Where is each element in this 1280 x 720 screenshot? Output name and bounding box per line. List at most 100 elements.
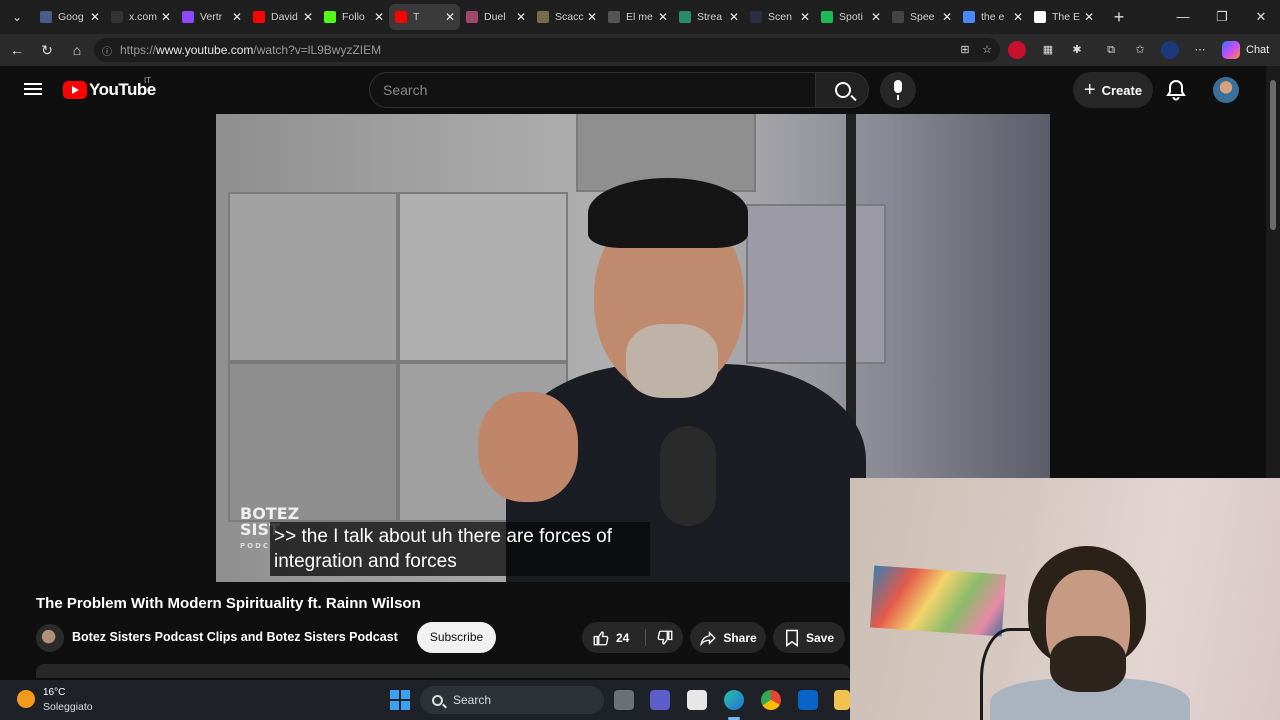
address-bar[interactable]: ⓘ https://www.youtube.com/watch?v=lL9Bwy… xyxy=(94,38,1000,62)
tab-close-icon[interactable]: ✕ xyxy=(160,10,172,24)
tab-favicon-icon xyxy=(466,11,478,23)
chat-label: Chat xyxy=(1246,44,1270,56)
save-button[interactable]: Save xyxy=(773,622,845,653)
scrollbar-thumb[interactable] xyxy=(1270,80,1276,230)
weather-temperature[interactable]: 16°C xyxy=(43,687,65,698)
teams-icon[interactable] xyxy=(650,690,670,710)
subscribe-button[interactable]: Subscribe xyxy=(417,622,496,653)
sun-weather-icon[interactable] xyxy=(17,690,35,708)
description-box[interactable] xyxy=(36,664,850,678)
browser-tab[interactable]: x.com ✕ xyxy=(105,4,176,30)
search-input[interactable] xyxy=(383,82,783,98)
tab-close-icon[interactable]: ✕ xyxy=(870,10,882,24)
outlook-icon[interactable] xyxy=(798,690,818,710)
tab-favicon-icon xyxy=(40,11,52,23)
extensions-puzzle-icon[interactable]: ✱ xyxy=(1068,41,1086,59)
tab-close-icon[interactable]: ✕ xyxy=(302,10,314,24)
browser-tab[interactable]: Vertr ✕ xyxy=(176,4,247,30)
tab-close-icon[interactable]: ✕ xyxy=(941,10,953,24)
video-title: The Problem With Modern Spirituality ft.… xyxy=(36,595,421,612)
favorites-icon[interactable]: ✩ xyxy=(1131,41,1149,59)
browser-tab[interactable]: Goog ✕ xyxy=(34,4,105,30)
tab-close-icon[interactable]: ✕ xyxy=(373,10,385,24)
url-text[interactable]: https://www.youtube.com/watch?v=lL9BwyzZ… xyxy=(120,43,381,57)
back-button[interactable]: ← xyxy=(5,39,29,61)
tab-favicon-icon xyxy=(253,11,265,23)
create-button[interactable]: + Create xyxy=(1073,72,1153,108)
extension-calendar-icon[interactable]: ▦ xyxy=(1039,41,1057,59)
site-info-icon[interactable]: ⓘ xyxy=(102,43,114,58)
windows-start-button[interactable] xyxy=(390,690,410,710)
account-avatar[interactable] xyxy=(1213,77,1239,103)
save-label: Save xyxy=(805,630,835,645)
browser-tab[interactable]: the e ✕ xyxy=(957,4,1028,30)
tab-close-icon[interactable]: ✕ xyxy=(657,10,669,24)
browser-tab[interactable]: David ✕ xyxy=(247,4,318,30)
browser-tab[interactable]: Follo ✕ xyxy=(318,4,389,30)
tab-close-icon[interactable]: ✕ xyxy=(799,10,811,24)
restore-button[interactable]: ❐ xyxy=(1207,6,1237,28)
channel-name[interactable]: Botez Sisters Podcast Clips and Botez Si… xyxy=(72,630,398,644)
tab-close-icon[interactable]: ✕ xyxy=(586,10,598,24)
tab-title: x.com xyxy=(129,11,158,23)
browser-tab[interactable]: Spoti ✕ xyxy=(815,4,886,30)
search-button[interactable] xyxy=(815,72,869,108)
tab-favicon-icon xyxy=(395,11,407,23)
extension-shield-icon[interactable] xyxy=(1008,41,1026,59)
dislike-button[interactable] xyxy=(646,622,683,653)
browser-tab[interactable]: Scacc ✕ xyxy=(531,4,602,30)
browser-tab[interactable]: Spee ✕ xyxy=(886,4,957,30)
tab-favicon-icon xyxy=(963,11,975,23)
tab-close-icon[interactable]: ✕ xyxy=(444,10,456,24)
tab-close-icon[interactable]: ✕ xyxy=(231,10,243,24)
home-button[interactable]: ⌂ xyxy=(65,39,89,61)
browser-tab[interactable]: The E ✕ xyxy=(1028,4,1099,30)
close-window-button[interactable]: ✕ xyxy=(1246,6,1276,28)
like-button[interactable]: 24 xyxy=(582,622,644,653)
plus-icon: + xyxy=(1083,79,1096,101)
minimize-button[interactable]: — xyxy=(1168,6,1198,28)
app-available-icon[interactable]: ⊞ xyxy=(956,41,974,59)
tab-close-icon[interactable]: ✕ xyxy=(515,10,527,24)
youtube-logo[interactable]: YouTube IT xyxy=(63,76,156,100)
tab-actions-dropdown-icon[interactable]: ⌄ xyxy=(6,7,28,27)
copilot-chat-button[interactable]: Chat xyxy=(1222,39,1269,61)
tab-title: Scen xyxy=(768,11,792,23)
channel-avatar[interactable] xyxy=(36,624,64,652)
browser-tab[interactable]: Strea ✕ xyxy=(673,4,744,30)
more-menu-icon[interactable]: ⋯ xyxy=(1191,41,1209,59)
create-label: Create xyxy=(1101,82,1143,98)
taskbar-search[interactable]: Search xyxy=(420,686,604,714)
chrome-icon[interactable] xyxy=(761,690,781,710)
profile-icon[interactable] xyxy=(1161,41,1179,59)
notifications-bell-icon[interactable] xyxy=(1164,78,1188,102)
refresh-button[interactable]: ↻ xyxy=(35,39,59,61)
mic-stand xyxy=(846,114,856,454)
file-explorer-icon[interactable] xyxy=(834,690,850,710)
search-box[interactable] xyxy=(369,72,816,108)
thumbs-down-icon xyxy=(657,630,672,645)
weather-condition[interactable]: Soleggiato xyxy=(43,701,93,713)
podcast-microphone xyxy=(660,426,716,526)
menu-icon[interactable] xyxy=(24,80,42,98)
tab-close-icon[interactable]: ✕ xyxy=(1012,10,1024,24)
browser-tab[interactable]: Duel ✕ xyxy=(460,4,531,30)
tab-title: David xyxy=(271,11,298,23)
microsoft-store-icon[interactable] xyxy=(687,690,707,710)
tab-close-icon[interactable]: ✕ xyxy=(1083,10,1095,24)
browser-tab[interactable]: El me ✕ xyxy=(602,4,673,30)
edge-browser-icon[interactable] xyxy=(724,690,744,710)
voice-search-button[interactable] xyxy=(880,72,916,108)
like-count: 24 xyxy=(616,630,630,645)
new-tab-button[interactable]: + xyxy=(1108,6,1130,28)
browser-tab[interactable]: Scen ✕ xyxy=(744,4,815,30)
task-view-icon[interactable] xyxy=(614,690,634,710)
split-screen-icon[interactable]: ⧉ xyxy=(1102,41,1120,59)
tab-favicon-icon xyxy=(608,11,620,23)
favorite-star-icon[interactable]: ☆ xyxy=(978,41,996,59)
caption-line: integration and forces xyxy=(274,551,457,572)
share-button[interactable]: Share xyxy=(690,622,766,653)
browser-tab[interactable]: T ✕ xyxy=(389,4,460,30)
tab-close-icon[interactable]: ✕ xyxy=(728,10,740,24)
tab-close-icon[interactable]: ✕ xyxy=(89,10,101,24)
